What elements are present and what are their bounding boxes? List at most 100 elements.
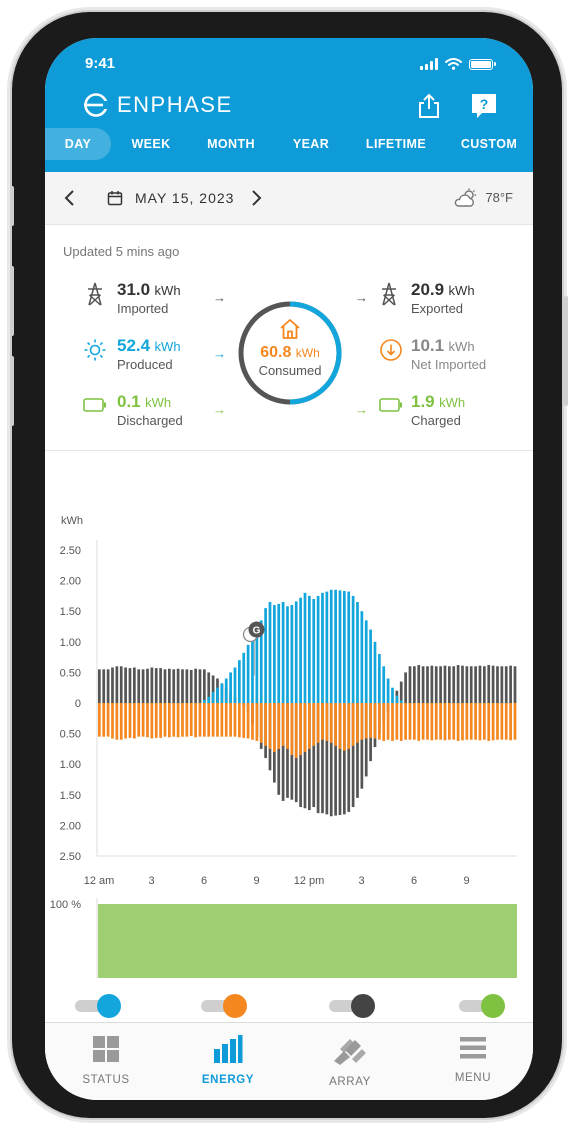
app-header: 9:41 ENPHASE ? DAY WEEK MONTH YEAR LIFET… [45,38,533,172]
produced-toggle[interactable] [75,994,121,1018]
next-day-chevron-icon[interactable] [251,190,263,206]
produced-bar [299,597,302,703]
consumed-bar [290,703,294,756]
tab-custom[interactable]: CUSTOM [461,128,517,160]
grid-bar [504,666,508,703]
nav-array[interactable]: ARRAY [310,1035,390,1088]
grid-bar [115,666,119,703]
calendar-icon[interactable] [107,190,123,206]
tab-lifetime[interactable]: LIFETIME [366,128,426,160]
produced-bar [203,699,206,703]
summary-divider [45,450,533,451]
grid-bar [150,667,154,703]
consumed-bar [172,703,176,737]
tab-day[interactable]: DAY [45,128,111,160]
produced-bar [216,687,219,703]
chart-ytick-label: 2.00 [60,820,81,832]
consumed-bar [491,703,495,741]
consumed-bar [216,703,219,737]
nav-energy[interactable]: ENERGY [188,1035,268,1086]
produced-bar [321,592,324,703]
consumed-bar [351,703,355,746]
grid-bar [439,666,442,703]
energy-chart[interactable]: kWh 2.50 2.00 1.50 1.00 0.50 0 0.50 1.00 1.50 2.00… [45,458,533,978]
toggle-knob [223,994,247,1018]
net-imported-stat: 10.1 kWh Net Imported [411,336,486,372]
produced-bar [399,700,403,703]
produced-bar [211,691,215,703]
consumed-bar [382,703,386,741]
consumed-bar [133,703,136,739]
consumed-label: Consumed [258,363,322,378]
consumed-bar [154,703,158,738]
consumed-bar [496,703,499,740]
chart-xtick-label: 9 [253,875,259,887]
consumed-bar [299,703,302,756]
chart-ytick-label: 1.50 [60,790,81,802]
produced-unit: kWh [154,339,181,354]
consumed-bar [246,703,250,739]
produced-bar [294,601,298,703]
chart-xtick-label: 9 [463,875,469,887]
consumed-bar [399,703,403,741]
series-toggles [45,990,533,1020]
help-button[interactable]: ? [470,92,498,120]
consumed-bar [224,703,228,737]
produced-bar [325,591,329,703]
tab-year[interactable]: YEAR [293,128,329,160]
tab-month[interactable]: MONTH [207,128,255,160]
consumed-bar [461,703,464,741]
share-icon[interactable] [415,92,443,120]
net-imported-value: 10.1 [411,336,445,355]
consumed-bar [509,703,512,741]
consumed-bar [220,703,224,737]
grid-bar [154,668,158,703]
consumed-bar [487,703,491,741]
nav-menu[interactable]: MENU [433,1035,513,1084]
sun-icon [84,339,106,361]
help-icon: ? [472,94,496,118]
grid-bar [189,669,193,703]
consumed-bar [434,703,438,740]
imported-unit: kWh [154,283,181,298]
consumed-bar [233,703,237,737]
produced-bar [224,678,228,703]
consumed-bar [255,703,259,741]
date-bar: MAY 15, 2023 78°F [45,172,533,225]
consumed-bar [504,703,508,740]
grid-bar [181,669,184,703]
consumed-toggle[interactable] [201,994,247,1018]
chart-xtick-label: 12 am [84,875,115,887]
consumed-bar [286,703,289,749]
tab-week[interactable]: WEEK [131,128,170,160]
grid-bar [513,666,517,703]
net-imported-label: Net Imported [411,357,487,372]
consumed-bar [338,703,342,749]
grid-bar [198,669,202,703]
consumed-bar [141,703,145,737]
discharged-label: Discharged [117,413,183,428]
selected-date[interactable]: MAY 15, 2023 [135,190,234,206]
battery-ytick-label: 100 % [50,899,81,911]
consumed-bar [277,703,281,749]
grid-bar [128,668,132,703]
consumed-bar [334,703,337,746]
consumed-bar [159,703,162,738]
grid-bar [448,666,451,703]
consumed-bar [325,703,329,741]
grid-bar [487,665,491,703]
produced-bar [277,603,281,703]
grid-bar [474,666,477,703]
battery-toggle[interactable] [459,994,505,1018]
produced-bar [378,654,381,703]
enphase-logo: ENPHASE [83,92,233,118]
produced-label: Produced [117,357,173,372]
nav-status[interactable]: STATUS [66,1035,146,1086]
grid-bar [203,669,206,703]
battery-icon [83,398,106,412]
produced-bar [382,666,386,703]
grid-toggle[interactable] [329,994,375,1018]
previous-day-chevron-icon[interactable] [63,190,75,206]
produced-bar [364,620,368,703]
produced-bar [316,595,320,703]
